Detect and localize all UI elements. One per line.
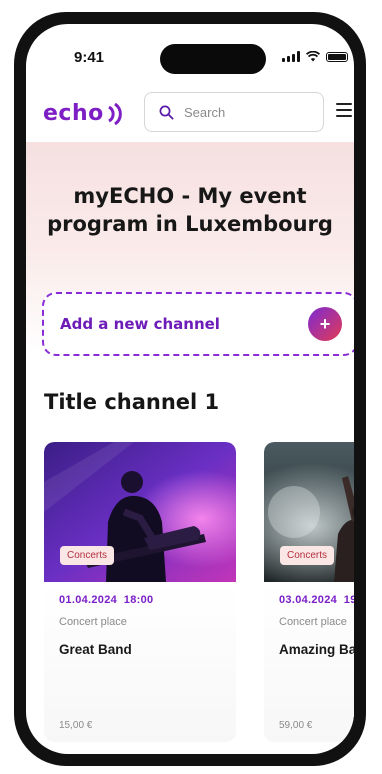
signal-icon <box>282 51 300 62</box>
phone-frame: 9:41 echo Search myECHO - My event progr… <box>14 12 366 766</box>
category-tag: Concerts <box>280 546 335 565</box>
event-time: 19:00 <box>343 594 354 606</box>
sound-waves-icon <box>107 102 122 125</box>
echo-logo[interactable]: echo <box>43 101 124 126</box>
event-datetime: 01.04.2024 18:00 <box>59 594 153 606</box>
status-time: 9:41 <box>74 49 105 66</box>
event-name: Great Band <box>59 642 132 657</box>
search-icon <box>159 105 174 120</box>
event-place: Concert place <box>59 616 127 628</box>
event-name: Amazing Band <box>279 642 354 657</box>
hamburger-menu-icon[interactable] <box>336 103 352 117</box>
event-card[interactable]: Concerts 03.04.2024 19:00 Concert place … <box>264 442 354 742</box>
add-channel-label: Add a new channel <box>60 315 220 333</box>
screen: 9:41 echo Search myECHO - My event progr… <box>26 24 354 754</box>
logo-text: echo <box>43 101 104 126</box>
status-icons <box>282 51 348 62</box>
event-price: 59,00 € <box>279 720 313 731</box>
search-input[interactable] <box>182 103 306 121</box>
card-body <box>44 582 236 742</box>
dynamic-island <box>160 44 266 74</box>
plus-icon[interactable]: + <box>308 307 342 341</box>
event-time: 18:00 <box>123 594 154 606</box>
add-channel-button[interactable]: Add a new channel + <box>42 292 354 356</box>
search-box[interactable] <box>144 92 324 132</box>
event-datetime: 03.04.2024 19:00 <box>279 594 354 606</box>
event-price: 15,00 € <box>59 720 93 731</box>
page-title: myECHO - My event program in Luxembourg <box>47 184 333 236</box>
app-header: echo <box>26 86 354 138</box>
card-body <box>264 582 354 742</box>
event-place: Concert place <box>279 616 347 628</box>
event-card[interactable]: Concerts 01.04.2024 18:00 Concert place … <box>44 442 236 742</box>
category-tag: Concerts <box>60 546 115 565</box>
event-date: 01.04.2024 <box>59 594 118 606</box>
status-bar: 9:41 <box>26 24 354 84</box>
wifi-icon <box>306 51 320 62</box>
channel-title: Title channel 1 <box>44 390 220 414</box>
event-date: 03.04.2024 <box>279 594 338 606</box>
battery-icon <box>326 51 348 62</box>
